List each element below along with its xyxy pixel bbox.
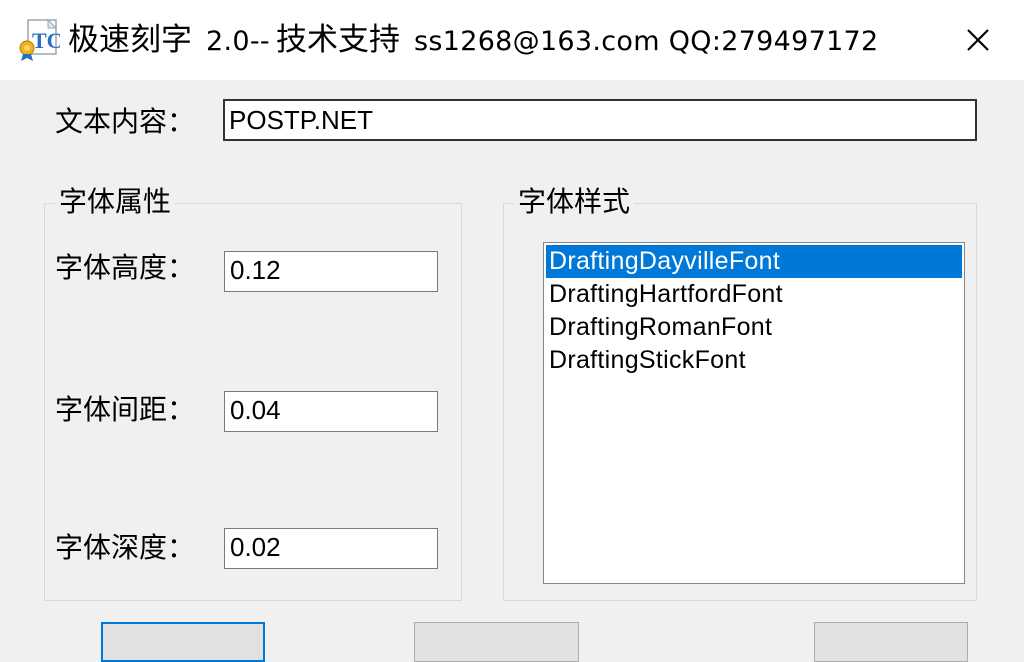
svg-text:TC: TC bbox=[32, 28, 60, 53]
window-title-contact: ss1268@163.com QQ:279497172 bbox=[414, 26, 879, 57]
text-content-label: 文本内容： bbox=[55, 105, 196, 138]
font-depth-label: 字体深度： bbox=[55, 531, 196, 564]
font-style-item-roman[interactable]: DraftingRomanFont bbox=[546, 311, 962, 344]
font-style-item-stick[interactable]: DraftingStickFont bbox=[546, 344, 962, 377]
font-properties-group-title: 字体属性 bbox=[55, 184, 176, 220]
close-icon bbox=[967, 29, 989, 51]
font-style-item-dayville[interactable]: DraftingDayvilleFont bbox=[546, 245, 962, 278]
font-spacing-input[interactable]: 0.04 bbox=[224, 391, 438, 432]
font-depth-input[interactable]: 0.02 bbox=[224, 528, 438, 569]
title-bar: TC 极速刻字 2.0-- 技术支持 ss1268@163.com QQ:279… bbox=[0, 0, 1024, 80]
font-style-item-hartford[interactable]: DraftingHartfordFont bbox=[546, 278, 962, 311]
close-button[interactable] bbox=[952, 18, 1004, 62]
window-title-support: 技术支持 bbox=[276, 22, 400, 58]
font-height-label: 字体高度： bbox=[55, 251, 196, 284]
font-style-list[interactable]: DraftingDayvilleFont DraftingHartfordFon… bbox=[543, 242, 965, 584]
tc-app-icon: TC bbox=[18, 18, 63, 62]
third-button[interactable] bbox=[814, 622, 968, 662]
font-spacing-label: 字体间距： bbox=[55, 393, 196, 426]
font-style-group-title: 字体样式 bbox=[514, 184, 635, 220]
primary-button[interactable] bbox=[101, 622, 265, 662]
text-content-input[interactable]: POSTP.NET bbox=[223, 99, 977, 141]
window-title-version: 2.0-- bbox=[206, 26, 270, 57]
window-title-name: 极速刻字 bbox=[68, 22, 192, 58]
font-height-input[interactable]: 0.12 bbox=[224, 251, 438, 292]
secondary-button[interactable] bbox=[414, 622, 579, 662]
